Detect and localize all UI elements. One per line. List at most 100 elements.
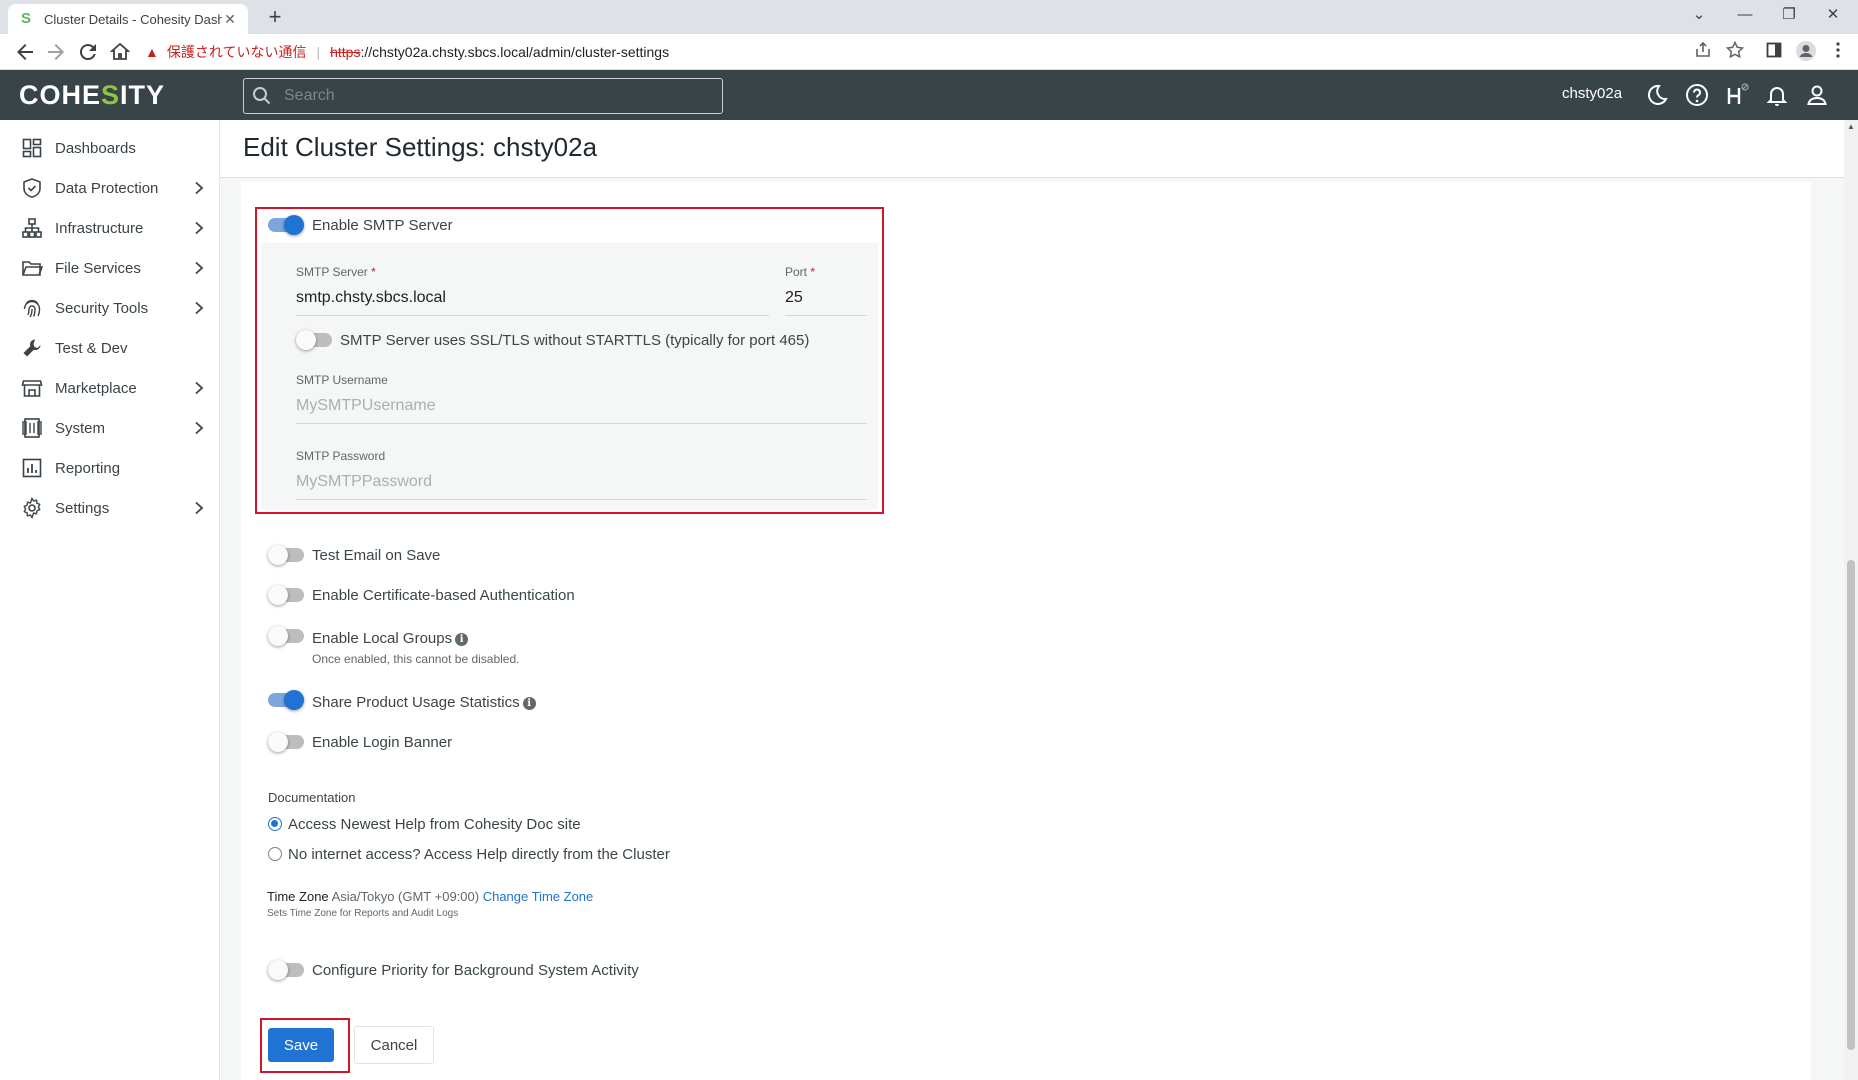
doc-site-radio-label[interactable]: Access Newest Help from Cohesity Doc sit… (288, 816, 581, 833)
page-title: Edit Cluster Settings: chsty02a (243, 132, 598, 162)
info-icon[interactable]: i (455, 633, 469, 646)
fingerprint-icon (23, 299, 41, 318)
chevron-right-icon (195, 221, 204, 235)
smtp-highlight-box (255, 207, 884, 514)
sidebar-item-test-dev[interactable]: Test & Dev (0, 328, 220, 368)
scroll-up-arrow-icon[interactable]: ▲ (1844, 120, 1858, 134)
doc-cluster-radio-label[interactable]: No internet access? Access Help directly… (288, 846, 670, 863)
minimize-window-button[interactable]: — (1722, 0, 1768, 34)
save-highlight-box (260, 1018, 350, 1073)
browser-menu-icon[interactable] (1826, 40, 1850, 64)
bg-priority-toggle[interactable] (268, 960, 304, 980)
sidebar-item-label: Test & Dev (55, 339, 128, 357)
forward-arrow-icon[interactable] (44, 40, 68, 64)
test-email-label: Test Email on Save (312, 547, 441, 564)
cohesity-favicon-icon: S (20, 10, 31, 27)
side-panel-icon[interactable] (1762, 40, 1786, 64)
back-arrow-icon[interactable] (13, 40, 37, 64)
doc-site-radio[interactable] (268, 817, 282, 831)
user-account-icon[interactable] (1804, 82, 1830, 108)
profile-avatar-icon[interactable] (1794, 40, 1818, 64)
browser-tab[interactable]: S Cluster Details - Cohesity Dashbo ✕ (8, 4, 248, 34)
insecure-connection-label[interactable]: 保護されていない通信 (167, 42, 307, 62)
chevron-right-icon (195, 421, 204, 435)
omnibox-separator: | (316, 44, 321, 60)
sidebar-item-data-protection[interactable]: Data Protection (0, 168, 220, 208)
close-window-button[interactable]: ✕ (1810, 0, 1856, 34)
wrench-icon (23, 339, 41, 357)
test-email-toggle[interactable] (268, 545, 304, 565)
sidebar-item-label: File Services (55, 259, 141, 277)
info-icon[interactable]: i (522, 697, 536, 710)
chevron-right-icon (195, 301, 204, 315)
dashboard-icon (22, 138, 42, 158)
login-banner-toggle[interactable] (268, 732, 304, 752)
restore-window-button[interactable]: ❐ (1766, 0, 1812, 34)
sidebar-item-infrastructure[interactable]: Infrastructure (0, 208, 220, 248)
help-icon[interactable] (1684, 82, 1710, 108)
store-icon (21, 380, 43, 397)
warning-triangle-icon: ▲ (145, 44, 159, 60)
sidebar-item-label: Reporting (55, 459, 121, 477)
sidebar-item-label: Dashboards (55, 139, 136, 157)
change-timezone-link[interactable]: Change Time Zone (483, 889, 594, 904)
timezone-note: Sets Time Zone for Reports and Audit Log… (267, 908, 459, 919)
sidebar-item-file-services[interactable]: File Services (0, 248, 220, 288)
sidebar-item-marketplace[interactable]: Marketplace (0, 368, 220, 408)
cancel-button[interactable]: Cancel (354, 1026, 434, 1064)
cluster-name-label[interactable]: chsty02a (1562, 85, 1622, 102)
home-icon[interactable] (108, 40, 132, 64)
browser-tabstrip: S Cluster Details - Cohesity Dashbo ✕ + … (0, 0, 1858, 34)
sidebar-item-dashboards[interactable]: Dashboards (0, 128, 220, 168)
search-box[interactable] (243, 78, 723, 114)
hierarchy-icon (22, 218, 42, 238)
sidebar-item-label: Marketplace (55, 379, 137, 397)
sidebar-item-label: Data Protection (55, 179, 159, 197)
url-scheme: https (330, 44, 361, 60)
helios-icon[interactable] (1724, 82, 1750, 108)
chevron-right-icon (195, 181, 204, 195)
gear-icon (23, 497, 41, 519)
local-groups-toggle[interactable] (268, 626, 304, 646)
chevron-right-icon (195, 261, 204, 275)
browser-address-bar: ▲ 保護されていない通信 | https ://chsty02a.chsty.s… (0, 34, 1858, 70)
browser-tab-title: Cluster Details - Cohesity Dashbo (44, 11, 222, 27)
sidebar-item-label: Security Tools (55, 299, 149, 317)
doc-cluster-radio[interactable] (268, 847, 282, 861)
cert-auth-label: Enable Certificate-based Authentication (312, 587, 575, 604)
page-scrollbar[interactable]: ▲ (1844, 120, 1858, 1080)
documentation-label: Documentation (268, 790, 356, 805)
reload-icon[interactable] (76, 40, 100, 64)
new-tab-button[interactable]: + (262, 4, 288, 30)
folder-icon (22, 261, 43, 276)
url-path: ://chsty02a.chsty.sbcs.local/admin/clust… (360, 44, 670, 60)
sidebar-item-settings[interactable]: Settings (0, 488, 220, 528)
share-icon[interactable] (1691, 40, 1715, 64)
local-groups-label: Enable Local Groups i (312, 630, 469, 647)
chevron-right-icon (195, 381, 204, 395)
sidebar-item-label: System (55, 419, 106, 437)
tab-list-icon[interactable]: ⌄ (1676, 0, 1722, 34)
cert-auth-toggle[interactable] (268, 585, 304, 605)
close-tab-icon[interactable]: ✕ (222, 11, 238, 28)
server-icon (22, 418, 42, 438)
notifications-bell-icon[interactable] (1764, 82, 1790, 108)
chevron-right-icon (195, 501, 204, 515)
timezone-row: Time Zone Asia/Tokyo (GMT +09:00) Change… (267, 889, 594, 904)
app-header: COHESITY chsty02a (0, 70, 1858, 120)
bg-priority-label: Configure Priority for Background System… (312, 962, 639, 979)
usage-stats-toggle[interactable] (268, 690, 304, 710)
sidebar-item-system[interactable]: System (0, 408, 220, 448)
sidebar-item-reporting[interactable]: Reporting (0, 448, 220, 488)
bookmark-star-icon[interactable] (1723, 40, 1747, 64)
dark-mode-moon-icon[interactable] (1644, 82, 1670, 108)
sidebar-item-label: Infrastructure (55, 219, 144, 237)
page-header: Edit Cluster Settings: chsty02a (220, 120, 1844, 178)
scrollbar-thumb[interactable] (1847, 560, 1855, 1050)
omnibox[interactable]: ▲ 保護されていない通信 | https ://chsty02a.chsty.s… (145, 39, 669, 65)
chart-icon (22, 458, 42, 478)
cohesity-logo[interactable]: COHESITY (19, 82, 165, 109)
search-input[interactable] (284, 87, 704, 105)
local-groups-note: Once enabled, this cannot be disabled. (312, 652, 520, 666)
sidebar-item-security-tools[interactable]: Security Tools (0, 288, 220, 328)
